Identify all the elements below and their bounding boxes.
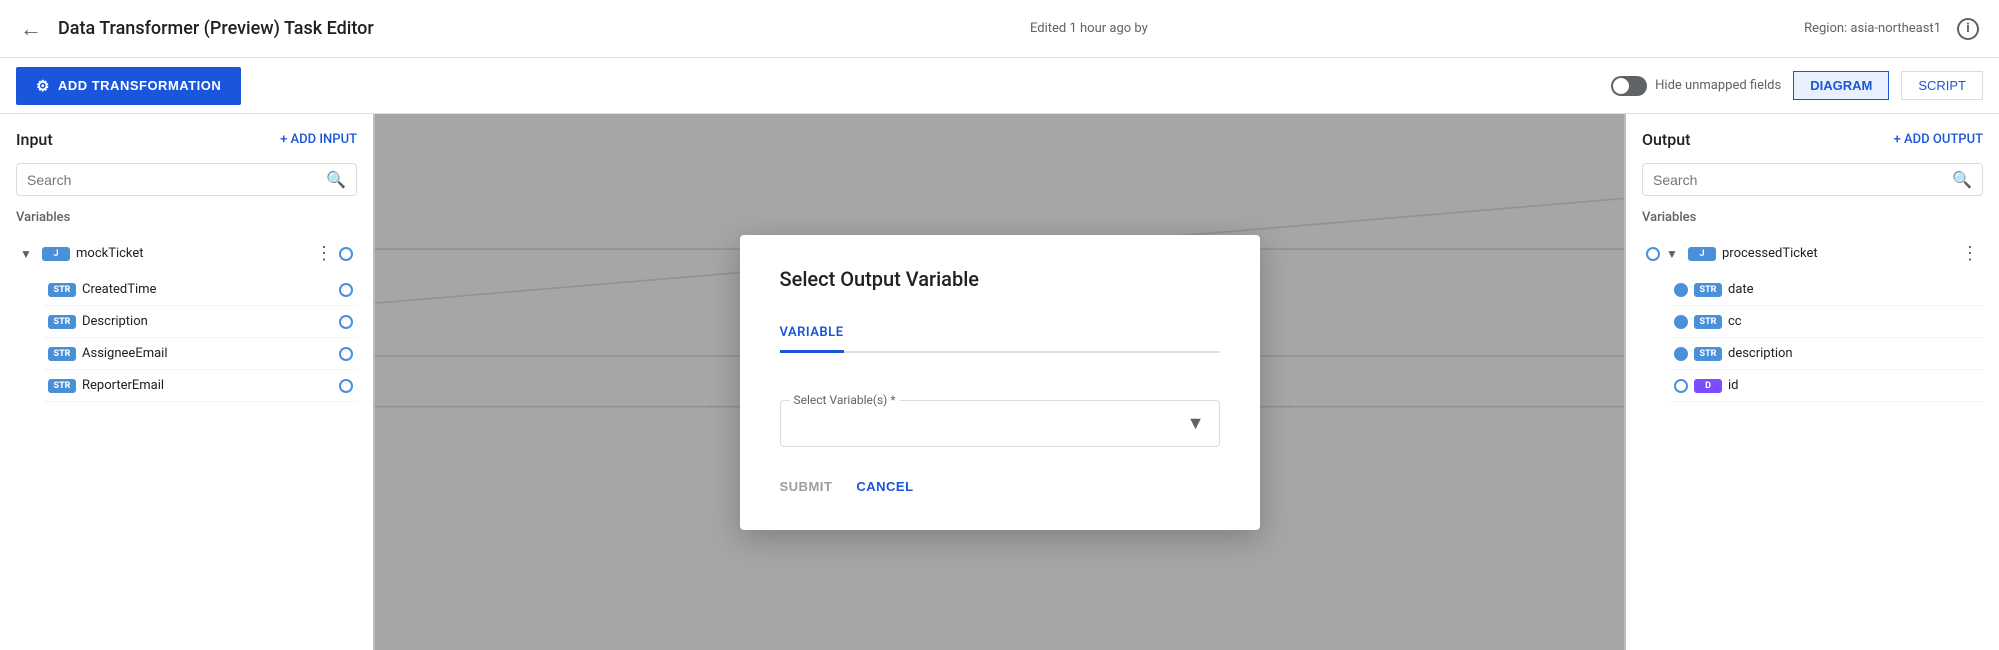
input-var-row-assigneeemail: STR AssigneeEmail: [44, 338, 357, 370]
topbar-right: Region: asia-northeast1 i: [1804, 18, 1979, 40]
output-var-row-cc: STR cc: [1670, 306, 1983, 338]
main-content: Input + ADD INPUT 🔍 Variables ▼ J mockTi…: [0, 114, 1999, 650]
input-variables-label: Variables: [16, 210, 357, 225]
connector-createdtime[interactable]: [339, 283, 353, 297]
left-panel: Input + ADD INPUT 🔍 Variables ▼ J mockTi…: [0, 114, 375, 650]
dropdown-arrow-icon: ▼: [1187, 413, 1205, 434]
modal-overlay: Select Output Variable VARIABLE Select V…: [375, 114, 1624, 650]
connector-output-description[interactable]: [1674, 347, 1688, 361]
input-panel-header: Input + ADD INPUT: [16, 130, 357, 149]
submit-button[interactable]: SUBMIT: [780, 471, 833, 502]
add-transformation-button[interactable]: ⚙ ADD TRANSFORMATION: [16, 67, 241, 105]
more-options-icon-right[interactable]: ⋮: [1961, 243, 1979, 264]
edited-text: Edited 1 hour ago by: [1030, 21, 1148, 36]
add-output-button[interactable]: + ADD OUTPUT: [1894, 132, 1983, 147]
connector-description[interactable]: [339, 315, 353, 329]
type-badge-str: STR: [48, 315, 76, 329]
modal-field-variable: Select Variable(s) * ▼: [780, 381, 1220, 447]
topbar: ← Data Transformer (Preview) Task Editor…: [0, 0, 1999, 58]
input-sub-vars: STR CreatedTime STR Description STR Assi…: [16, 274, 357, 402]
type-badge-d-id: D: [1694, 379, 1722, 393]
tab-variable[interactable]: VARIABLE: [780, 315, 844, 353]
output-var-row-date: STR date: [1670, 274, 1983, 306]
input-root-var-row: ▼ J mockTicket ⋮: [16, 235, 357, 272]
output-root-var-row: ▼ J processedTicket ⋮: [1642, 235, 1983, 272]
var-name-cc: cc: [1728, 314, 1979, 329]
output-root-type-badge: J: [1688, 247, 1716, 261]
more-options-icon[interactable]: ⋮: [315, 243, 333, 264]
input-root-type-badge: J: [42, 247, 70, 261]
toolbar: ⚙ ADD TRANSFORMATION Hide unmapped field…: [0, 58, 1999, 114]
connector-reporteremail[interactable]: [339, 379, 353, 393]
gear-icon: ⚙: [36, 77, 50, 95]
right-panel: Output + ADD OUTPUT 🔍 Variables ▼ J proc…: [1624, 114, 1999, 650]
add-transformation-label: ADD TRANSFORMATION: [58, 78, 221, 93]
info-icon[interactable]: i: [1957, 18, 1979, 40]
cancel-button[interactable]: CANCEL: [856, 471, 913, 502]
output-search-input[interactable]: [1653, 172, 1952, 188]
connector-cc[interactable]: [1674, 315, 1688, 329]
var-name-createdtime: CreatedTime: [82, 282, 333, 297]
connector-id[interactable]: [1674, 379, 1688, 393]
type-badge-str-date: STR: [1694, 283, 1722, 297]
var-name-reporteremail: ReporterEmail: [82, 378, 333, 393]
output-var-row-description: STR description: [1670, 338, 1983, 370]
topbar-center: Edited 1 hour ago by: [1030, 21, 1148, 36]
chevron-down-icon[interactable]: ▼: [20, 247, 36, 261]
script-button[interactable]: SCRIPT: [1901, 71, 1983, 100]
input-var-row-reporteremail: STR ReporterEmail: [44, 370, 357, 402]
output-root-connector[interactable]: [1646, 247, 1660, 261]
output-variables-label: Variables: [1642, 210, 1983, 225]
select-output-variable-modal: Select Output Variable VARIABLE Select V…: [740, 235, 1260, 530]
output-sub-vars: STR date STR cc STR description D id: [1642, 274, 1983, 402]
var-name-id: id: [1728, 378, 1979, 393]
field-label: Select Variable(s) *: [790, 393, 900, 407]
var-name-assigneeemail: AssigneeEmail: [82, 346, 333, 361]
output-panel-title: Output: [1642, 130, 1690, 149]
add-input-button[interactable]: + ADD INPUT: [280, 132, 357, 147]
output-root-var-name: processedTicket: [1722, 246, 1955, 261]
diagram-button[interactable]: DIAGRAM: [1793, 71, 1889, 100]
search-icon-left: 🔍: [326, 170, 346, 189]
region-label: Region: asia-northeast1: [1804, 21, 1941, 36]
connector-date[interactable]: [1674, 283, 1688, 297]
var-name-date: date: [1728, 282, 1979, 297]
input-root-var-name: mockTicket: [76, 246, 309, 261]
search-icon-right: 🔍: [1952, 170, 1972, 189]
toolbar-right: Hide unmapped fields DIAGRAM SCRIPT: [1611, 71, 1983, 100]
topbar-left: ← Data Transformer (Preview) Task Editor: [20, 16, 374, 42]
input-panel-title: Input: [16, 130, 53, 149]
type-badge-str-desc: STR: [1694, 347, 1722, 361]
input-search-input[interactable]: [27, 172, 326, 188]
modal-tabs: VARIABLE: [780, 315, 1220, 353]
input-search-box: 🔍: [16, 163, 357, 196]
input-var-row-createdtime: STR CreatedTime: [44, 274, 357, 306]
modal-title: Select Output Variable: [780, 267, 1220, 291]
output-panel-header: Output + ADD OUTPUT: [1642, 130, 1983, 149]
page-title: Data Transformer (Preview) Task Editor: [58, 18, 374, 39]
output-var-row-id: D id: [1670, 370, 1983, 402]
type-badge-str-cc: STR: [1694, 315, 1722, 329]
modal-actions: SUBMIT CANCEL: [780, 471, 1220, 502]
output-search-box: 🔍: [1642, 163, 1983, 196]
chevron-down-icon-right[interactable]: ▼: [1666, 247, 1682, 261]
type-badge-str: STR: [48, 379, 76, 393]
input-root-connector[interactable]: [339, 247, 353, 261]
type-badge-str: STR: [48, 347, 76, 361]
var-name-description: Description: [82, 314, 333, 329]
var-name-output-description: description: [1728, 346, 1979, 361]
hide-unmapped-toggle[interactable]: [1611, 76, 1647, 96]
type-badge-str: STR: [48, 283, 76, 297]
input-var-row-description: STR Description: [44, 306, 357, 338]
hide-unmapped-label: Hide unmapped fields: [1655, 78, 1781, 93]
back-button[interactable]: ←: [20, 16, 42, 42]
middle-panel: Select Output Variable VARIABLE Select V…: [375, 114, 1624, 650]
connector-assigneeemail[interactable]: [339, 347, 353, 361]
hide-unmapped-toggle-container: Hide unmapped fields: [1611, 76, 1781, 96]
